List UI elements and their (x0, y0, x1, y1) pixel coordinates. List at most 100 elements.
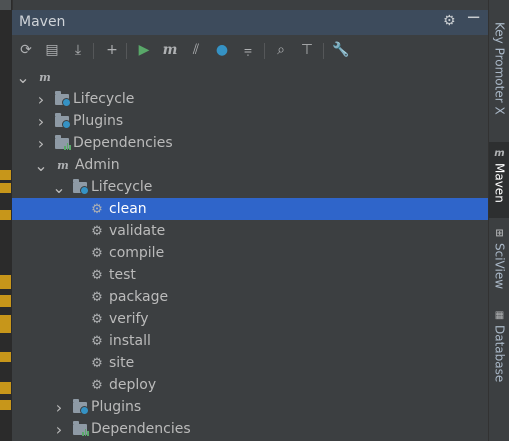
tree-item-label: Admin (75, 157, 120, 173)
reload-icon[interactable]: ⟳ (16, 39, 36, 61)
chevron-right-icon[interactable]: › (36, 88, 46, 110)
plugins-folder-icon (72, 396, 89, 418)
toolbar-separator (93, 43, 94, 59)
tab-key-promoter-x[interactable]: Key Promoter X (489, 22, 509, 115)
maven-icon: m (494, 148, 505, 159)
tree-item-dependencies[interactable]: › Dependencies (12, 132, 488, 154)
lifecycle-folder-icon (54, 88, 71, 110)
tool-window-title: Maven (19, 14, 66, 30)
goal-label: compile (109, 245, 165, 261)
chevron-right-icon[interactable]: › (54, 396, 64, 418)
tree-item-goal-validate[interactable]: ⚙ validate (12, 220, 488, 242)
chevron-down-icon[interactable]: ⌄ (52, 176, 65, 198)
maven-tool-window: Maven ⚙ − ⟳ ▤ ⤓ + ▶ m ⫽ ● ⩦ ⌕ ⊤ 🔧 ⌄ m › … (12, 7, 488, 441)
right-tool-stripe: Key Promoter X m Maven ⊞ SciView ▦ Datab… (488, 0, 509, 441)
lifecycle-folder-icon (72, 176, 89, 198)
tree-item-plugins[interactable]: › Plugins (12, 110, 488, 132)
tree-root-row[interactable]: ⌄ m (12, 66, 488, 88)
show-dependencies-icon[interactable]: ⩦ (238, 39, 258, 61)
maven-toolbar: ⟳ ▤ ⤓ + ▶ m ⫽ ● ⩦ ⌕ ⊤ 🔧 (12, 39, 488, 63)
goal-gear-icon: ⚙ (91, 377, 103, 393)
tree-item-admin[interactable]: ⌄ m Admin (12, 154, 488, 176)
run-icon[interactable]: ▶ (134, 39, 154, 61)
tree-item-label: Lifecycle (91, 179, 153, 195)
tree-item-label: Dependencies (91, 421, 191, 437)
add-icon[interactable]: + (102, 39, 122, 61)
goal-label: test (109, 267, 136, 283)
goal-label: package (109, 289, 169, 305)
tree-item-goal-verify[interactable]: ⚙ verify (12, 308, 488, 330)
goal-gear-icon: ⚙ (91, 223, 103, 239)
tree-item-goal-deploy[interactable]: ⚙ deploy (12, 374, 488, 396)
tab-maven[interactable]: m Maven (489, 142, 509, 218)
database-icon: ▦ (494, 310, 505, 321)
goal-label: verify (109, 311, 149, 327)
chevron-right-icon[interactable]: › (36, 110, 46, 132)
tree-item-admin-plugins[interactable]: › Plugins (12, 396, 488, 418)
minimize-icon[interactable]: − (466, 7, 481, 28)
chevron-right-icon[interactable]: › (54, 418, 64, 440)
chevron-down-icon[interactable]: ⌄ (16, 66, 29, 88)
chevron-right-icon[interactable]: › (36, 132, 46, 154)
toolbar-separator (264, 43, 265, 59)
tab-sciview[interactable]: ⊞ SciView (489, 228, 509, 289)
change-marker (0, 183, 11, 193)
dependencies-folder-icon (54, 132, 72, 154)
maven-project-icon: m (39, 70, 51, 84)
tree-item-goal-compile[interactable]: ⚙ compile (12, 242, 488, 264)
chevron-down-icon[interactable]: ⌄ (34, 154, 47, 176)
goal-label: install (109, 333, 151, 349)
change-marker (0, 295, 11, 307)
tree-item-goal-site[interactable]: ⚙ site (12, 352, 488, 374)
tool-window-header: Maven ⚙ − (12, 7, 488, 35)
tree-item-label: Dependencies (73, 135, 173, 151)
execute-goal-icon[interactable]: m (160, 39, 180, 61)
goal-gear-icon: ⚙ (91, 201, 103, 217)
gear-icon[interactable]: ⚙ (443, 13, 456, 29)
tree-item-goal-clean[interactable]: ⚙ clean (12, 198, 488, 220)
grid-icon: ⊞ (495, 228, 504, 239)
expand-all-icon[interactable]: ⊤ (297, 39, 317, 61)
goal-gear-icon: ⚙ (91, 289, 103, 305)
build-settings-icon[interactable]: 🔧 (331, 39, 351, 61)
tab-label: Database (492, 325, 507, 383)
change-marker (0, 210, 11, 220)
goal-gear-icon: ⚙ (91, 311, 103, 327)
maven-module-icon: m (57, 158, 69, 172)
dependencies-folder-icon (72, 418, 90, 440)
tab-label: Maven (492, 163, 507, 203)
plugins-folder-icon (54, 110, 71, 132)
tree-item-label: Plugins (73, 113, 124, 129)
toolbar-separator (323, 43, 324, 59)
change-marker (0, 170, 11, 180)
generate-sources-icon[interactable]: ▤ (42, 39, 62, 61)
tree-item-admin-dependencies[interactable]: › Dependencies (12, 418, 488, 440)
toggle-offline-icon[interactable]: ⫽ (186, 39, 206, 61)
toolbar-separator (126, 43, 127, 59)
tab-database[interactable]: ▦ Database (489, 310, 509, 382)
goal-label: clean (109, 201, 147, 217)
change-marker (0, 400, 11, 410)
change-marker (0, 275, 11, 289)
tree-item-goal-install[interactable]: ⚙ install (12, 330, 488, 352)
goal-label: deploy (109, 377, 157, 393)
collapse-all-icon[interactable]: ⌕ (271, 39, 291, 61)
change-marker (0, 352, 11, 362)
tree-item-label: Lifecycle (73, 91, 135, 107)
tab-label: Key Promoter X (492, 22, 507, 115)
tree-item-label: Plugins (91, 399, 142, 415)
goal-gear-icon: ⚙ (91, 245, 103, 261)
goal-gear-icon: ⚙ (91, 355, 103, 371)
goal-gear-icon: ⚙ (91, 333, 103, 349)
download-icon[interactable]: ⤓ (68, 39, 88, 61)
tree-item-admin-lifecycle[interactable]: ⌄ Lifecycle (12, 176, 488, 198)
change-marker (0, 382, 11, 394)
tab-label: SciView (492, 243, 507, 290)
tree-item-goal-test[interactable]: ⚙ test (12, 264, 488, 286)
tree-item-lifecycle[interactable]: › Lifecycle (12, 88, 488, 110)
skip-tests-icon[interactable]: ● (212, 39, 232, 61)
editor-tab-edge (0, 0, 11, 10)
goal-label: validate (109, 223, 166, 239)
tree-item-goal-package[interactable]: ⚙ package (12, 286, 488, 308)
change-marker (0, 315, 11, 333)
